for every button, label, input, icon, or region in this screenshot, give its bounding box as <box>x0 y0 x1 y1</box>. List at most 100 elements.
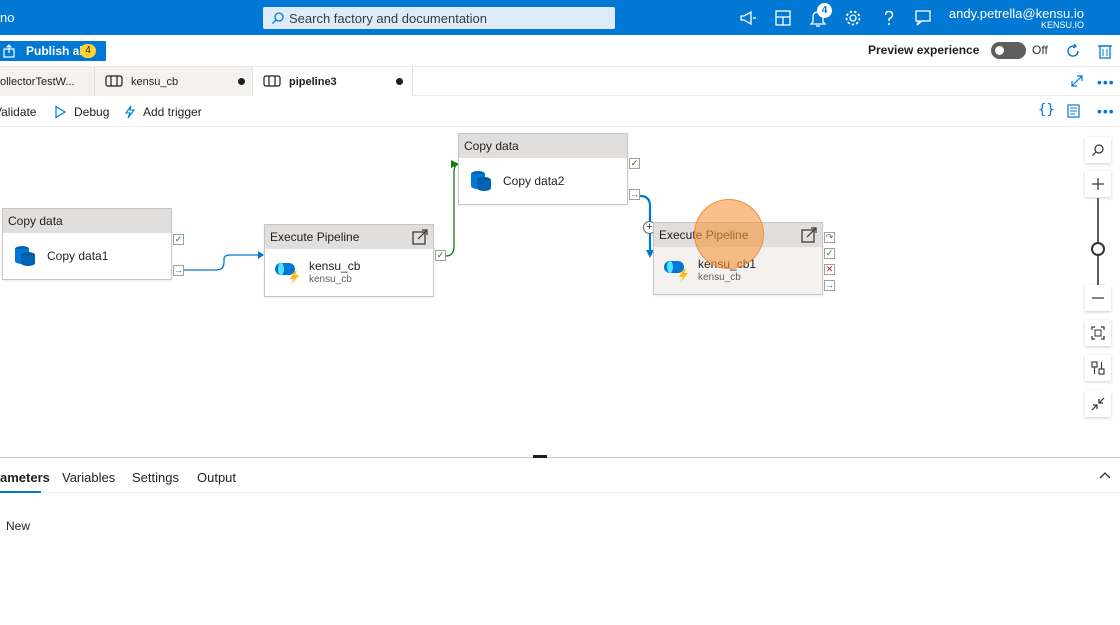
on-completion-port[interactable]: → <box>173 265 184 276</box>
tab-output[interactable]: Output <box>197 470 236 485</box>
properties-icon[interactable] <box>1066 103 1082 124</box>
on-success-port[interactable]: ✓ <box>629 158 640 169</box>
splitter-handle[interactable] <box>533 455 547 458</box>
activity-type: Copy data <box>459 134 627 158</box>
tab-pipeline3[interactable]: pipeline3 <box>253 67 413 96</box>
expand-icon[interactable] <box>1070 74 1084 93</box>
refresh-icon[interactable] <box>1064 42 1082 65</box>
app-brand: no <box>0 10 15 25</box>
tab-collector-test[interactable]: ollectorTestW... <box>0 67 95 96</box>
chevron-up-icon[interactable] <box>1098 469 1112 488</box>
activity-type: Execute Pipeline <box>265 225 433 249</box>
activity-name: Copy data1 <box>47 249 109 263</box>
tab-kensu-cb[interactable]: kensu_cb <box>95 67 253 96</box>
search-box[interactable] <box>263 7 615 29</box>
lightning-icon <box>124 105 136 119</box>
minus-icon <box>1092 297 1104 299</box>
auto-align-button[interactable] <box>1085 355 1111 381</box>
zoom-slider-handle[interactable] <box>1091 242 1105 256</box>
on-skip-port[interactable]: ↷ <box>824 232 835 243</box>
tab-label: kensu_cb <box>131 76 179 88</box>
tab-label: pipeline3 <box>289 76 337 88</box>
more-options-icon[interactable]: ••• <box>1097 74 1115 90</box>
activity-copy-data1[interactable]: Copy data Copy data1 <box>2 208 172 280</box>
properties-tabs: ameters Variables Settings Output <box>0 460 1120 493</box>
toolbar-more-icon[interactable]: ••• <box>1097 103 1115 119</box>
app-root: no 4 andy.petrella@kensu.io KENSU.IO <box>0 0 1120 625</box>
activity-type: Copy data <box>3 209 171 233</box>
publish-all-label: Publish all <box>26 44 87 58</box>
execute-pipeline-icon <box>273 257 301 290</box>
zoom-to-fit-button[interactable] <box>1085 320 1111 346</box>
connector-copy1-to-exec1 <box>184 254 262 271</box>
unsaved-indicator <box>396 78 403 85</box>
discard-icon[interactable] <box>1097 42 1113 65</box>
settings-gear-icon[interactable] <box>843 8 863 28</box>
preview-toggle-state: Off <box>1032 43 1048 57</box>
help-icon[interactable] <box>879 8 899 28</box>
active-tab-underline <box>0 491 41 493</box>
directory-switch-icon[interactable] <box>773 8 793 28</box>
play-icon <box>55 105 67 119</box>
tab-parameters[interactable]: ameters <box>0 470 50 485</box>
add-trigger-label: Add trigger <box>143 105 202 119</box>
auto-align-icon <box>1091 361 1105 375</box>
on-failure-port[interactable]: ✕ <box>824 264 835 275</box>
tab-settings[interactable]: Settings <box>132 470 179 485</box>
activity-name: Copy data2 <box>503 174 565 188</box>
pipeline-canvas[interactable]: Copy data Copy data1 ✓ → Execute Pipelin… <box>0 128 1120 456</box>
plus-icon <box>1092 178 1104 190</box>
tab-label: ollectorTestW... <box>0 76 75 88</box>
canvas-search-button[interactable] <box>1085 137 1111 163</box>
open-pipeline-icon[interactable] <box>412 229 428 250</box>
fit-to-screen-icon <box>1091 326 1105 340</box>
tab-variables[interactable]: Variables <box>62 470 115 485</box>
activity-subtitle: kensu_cb <box>309 274 352 285</box>
pipeline-toolbar: Validate Debug Add trigger {} ••• <box>0 97 1120 127</box>
zoom-in-button[interactable] <box>1085 171 1111 197</box>
debug-button[interactable]: Debug <box>52 105 109 119</box>
validate-button[interactable]: Validate <box>0 105 36 119</box>
search-input[interactable] <box>289 9 609 27</box>
top-bar: no 4 andy.petrella@kensu.io KENSU.IO <box>0 0 1120 35</box>
database-icon <box>469 166 493 197</box>
search-icon <box>272 12 284 24</box>
new-parameter-button[interactable]: New <box>6 519 30 533</box>
cursor-highlight <box>694 199 764 269</box>
action-bar: Publish all 4 Preview experience Off <box>0 35 1120 67</box>
execute-pipeline-icon <box>662 255 690 288</box>
open-pipeline-icon[interactable] <box>801 227 817 248</box>
unsaved-indicator <box>238 78 245 85</box>
notification-count-badge: 4 <box>817 3 832 18</box>
collapse-canvas-button[interactable] <box>1085 391 1111 417</box>
publish-icon <box>3 44 15 58</box>
on-completion-port[interactable]: → <box>629 189 640 200</box>
validate-label: Validate <box>0 105 37 119</box>
publish-all-button[interactable]: Publish all 4 <box>0 41 106 61</box>
pipeline-icon <box>263 75 281 87</box>
editor-tabs: ollectorTestW... kensu_cb pipeline3 ••• <box>0 67 1120 96</box>
preview-experience-label: Preview experience <box>868 43 980 57</box>
on-success-port[interactable]: ✓ <box>435 250 446 261</box>
preview-experience-toggle[interactable] <box>991 42 1026 59</box>
on-success-port[interactable]: ✓ <box>824 248 835 259</box>
user-organization: KENSU.IO <box>1040 20 1084 30</box>
code-braces-icon[interactable]: {} <box>1038 102 1055 118</box>
search-icon <box>1092 144 1104 156</box>
on-success-port[interactable]: ✓ <box>173 234 184 245</box>
database-icon <box>13 241 37 272</box>
activity-name: kensu_cb <box>309 259 361 273</box>
activity-copy-data2[interactable]: Copy data Copy data2 <box>458 133 628 205</box>
announcement-icon[interactable] <box>738 8 758 28</box>
activity-subtitle: kensu_cb <box>698 272 741 283</box>
panel-splitter[interactable] <box>0 457 1120 458</box>
collapse-icon <box>1091 397 1105 411</box>
feedback-icon[interactable] <box>913 8 933 28</box>
add-trigger-button[interactable]: Add trigger <box>122 105 202 119</box>
on-completion-port[interactable]: → <box>824 280 835 291</box>
activity-execute-pipeline-kensu-cb[interactable]: Execute Pipeline kensu_cb kensu_cb <box>264 224 434 297</box>
debug-label: Debug <box>74 105 110 119</box>
pipeline-icon <box>105 75 123 87</box>
user-email[interactable]: andy.petrella@kensu.io <box>949 6 1084 21</box>
zoom-out-button[interactable] <box>1085 285 1111 311</box>
